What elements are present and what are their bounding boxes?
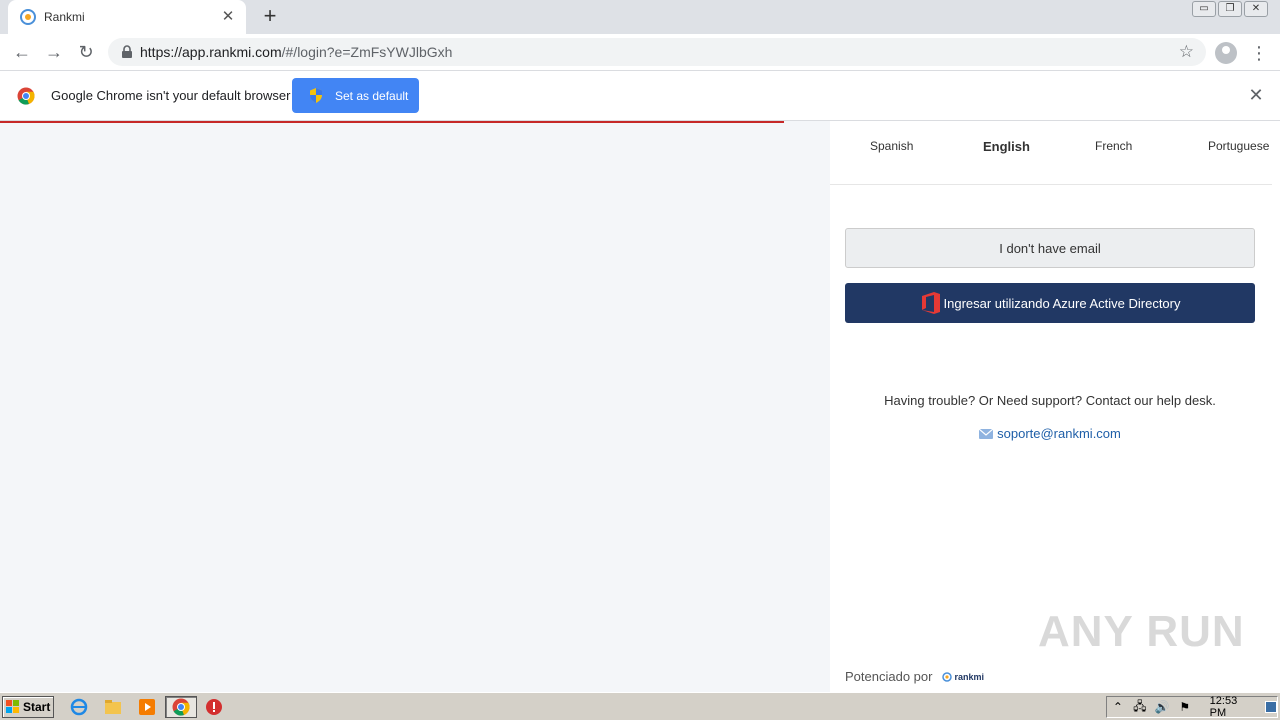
back-arrow-icon[interactable]: ← — [10, 40, 34, 64]
network-icon[interactable]: 🖧 — [1133, 697, 1147, 718]
internet-explorer-icon[interactable] — [70, 698, 88, 716]
tab-close-icon[interactable]: ✕ — [220, 9, 236, 25]
start-label: Start — [23, 700, 51, 714]
set-as-default-button[interactable]: Set as default — [292, 78, 419, 113]
show-desktop-icon[interactable] — [1264, 701, 1278, 713]
lock-icon — [122, 45, 132, 58]
loading-bar — [0, 121, 784, 123]
rankmi-logo: rankmi — [942, 672, 984, 682]
lang-french[interactable]: French — [1095, 139, 1132, 153]
powered-by: Potenciado por rankmi — [845, 669, 984, 684]
support-email-text: soporte@rankmi.com — [997, 426, 1121, 441]
browser-tab[interactable]: Rankmi ✕ — [8, 0, 246, 34]
windows-flag-icon — [6, 700, 19, 713]
set-as-default-label: Set as default — [335, 88, 409, 103]
clock[interactable]: 12:53 PM — [1210, 695, 1251, 719]
rankmi-favicon-icon — [20, 9, 36, 25]
menu-kebab-icon[interactable]: ⋮ — [1250, 42, 1268, 64]
address-bar[interactable]: https://app.rankmi.com/#/login?e=ZmFsYWJ… — [108, 38, 1206, 66]
anyrun-watermark: ANY RUN — [1038, 607, 1245, 656]
chrome-taskbar-icon — [172, 698, 190, 716]
url-host: https://app.rankmi.com — [140, 44, 282, 60]
media-player-icon[interactable] — [138, 698, 156, 716]
azure-login-button[interactable]: Ingresar utilizando Azure Active Directo… — [845, 283, 1255, 323]
powered-by-label: Potenciado por — [845, 669, 933, 684]
stop-icon[interactable] — [205, 698, 223, 716]
tab-title: Rankmi — [44, 10, 85, 24]
windows-taskbar: Start ⌃ 🖧 🔊 ⚑ 12:53 PM — [0, 692, 1280, 720]
url-path: /#/login?e=ZmFsYWJlbGxh — [281, 44, 453, 60]
no-email-button[interactable]: I don't have email — [845, 228, 1255, 268]
support-email-link[interactable]: soporte@rankmi.com — [830, 426, 1270, 441]
window-controls: ▭ ❐ ✕ — [1192, 1, 1268, 17]
file-explorer-icon[interactable] — [104, 698, 122, 716]
chrome-logo-icon — [17, 87, 35, 105]
tab-strip: Rankmi ✕ + ▭ ❐ ✕ — [0, 0, 1280, 34]
minimize-button[interactable]: ▭ — [1192, 1, 1216, 17]
infobar-message: Google Chrome isn't your default browser — [51, 88, 291, 103]
office-logo-icon — [921, 292, 940, 314]
system-tray: ⌃ 🖧 🔊 ⚑ 12:53 PM — [1106, 695, 1278, 719]
lang-spanish[interactable]: Spanish — [870, 139, 913, 153]
lang-english[interactable]: English — [983, 139, 1030, 154]
language-selector: Spanish English French Portuguese — [830, 121, 1272, 185]
support-text: Having trouble? Or Need support? Contact… — [884, 393, 1216, 408]
profile-avatar-icon[interactable] — [1215, 42, 1237, 64]
bookmark-star-icon[interactable]: ☆ — [1179, 42, 1194, 62]
shield-icon — [310, 88, 322, 103]
infobar-close-icon[interactable]: ✕ — [1247, 86, 1265, 104]
new-tab-button[interactable]: + — [259, 5, 281, 28]
url-text: https://app.rankmi.com/#/login?e=ZmFsYWJ… — [140, 44, 452, 60]
tray-expand-icon[interactable]: ⌃ — [1111, 700, 1125, 714]
volume-icon[interactable]: 🔊 — [1155, 700, 1170, 714]
reload-icon[interactable]: ↻ — [74, 40, 98, 64]
azure-login-label: Ingresar utilizando Azure Active Directo… — [943, 295, 1181, 311]
rankmi-logo-icon — [942, 671, 953, 682]
browser-toolbar: ← → ↻ https://app.rankmi.com/#/login?e=Z… — [0, 34, 1280, 71]
action-center-flag-icon[interactable]: ⚑ — [1178, 700, 1192, 714]
lang-portuguese[interactable]: Portuguese — [1208, 139, 1269, 153]
forward-arrow-icon[interactable]: → — [42, 40, 66, 64]
restore-button[interactable]: ❐ — [1218, 1, 1242, 17]
rankmi-logo-text: rankmi — [954, 671, 984, 682]
chrome-taskbar-button[interactable] — [165, 696, 197, 718]
envelope-icon — [979, 428, 994, 439]
start-button[interactable]: Start — [2, 696, 54, 718]
close-window-button[interactable]: ✕ — [1244, 1, 1268, 17]
default-browser-infobar: Google Chrome isn't your default browser… — [0, 71, 1280, 121]
